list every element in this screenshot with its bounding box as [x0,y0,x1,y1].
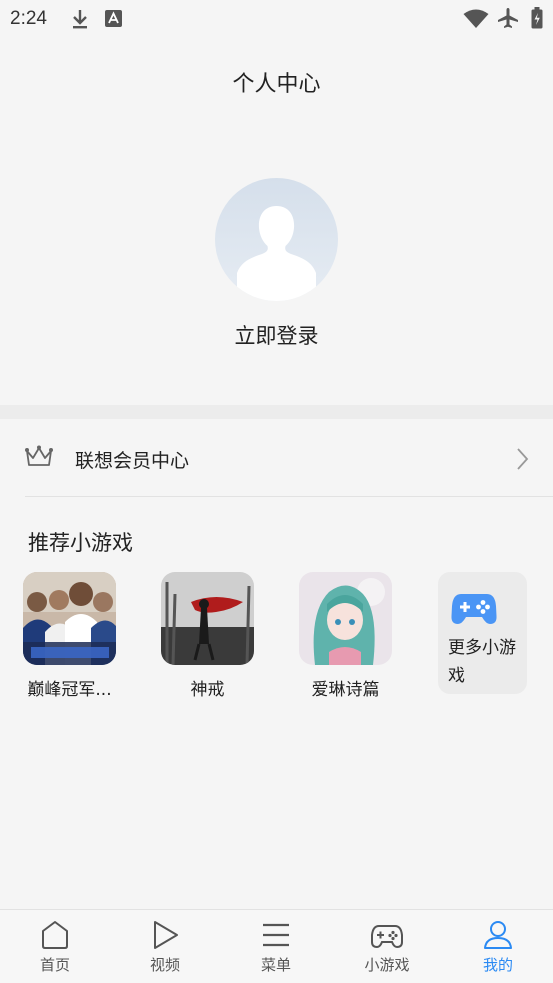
chevron-right-icon [517,448,529,470]
game-item[interactable]: 爱琳诗篇 [299,572,409,700]
status-bar: 2:24 [0,0,553,38]
game-thumbnail[interactable] [23,572,116,665]
game-item[interactable]: 巅峰冠军... [23,572,133,700]
airplane-icon [498,8,518,28]
nav-label: 视频 [149,956,180,974]
game-item[interactable]: 神戒 [161,572,271,700]
nav-item-menu[interactable]: 菜单 [221,910,331,983]
nav-label: 我的 [482,956,513,974]
home-icon [42,921,68,949]
menu-icon [263,923,289,947]
bottom-nav: 首页 视频 菜单 小游戏 我的 [0,909,553,983]
status-time: 2:24 [10,8,47,29]
nav-item-home[interactable]: 首页 [0,910,110,983]
more-games-card[interactable]: 更多小游戏 [438,572,527,694]
recommended-games-title: 推荐小游戏 [28,531,133,555]
nav-item-video[interactable]: 视频 [110,910,220,983]
game-name: 巅峰冠军... [27,680,112,700]
gamepad-icon [451,594,497,624]
nav-item-mine[interactable]: 我的 [443,910,553,983]
game-thumbnail[interactable] [161,572,254,665]
member-center-row[interactable]: 联想会员中心 [0,419,553,497]
section-divider [0,405,553,419]
game-name: 爱琳诗篇 [311,680,380,700]
login-link[interactable]: 立即登录 [0,320,553,350]
more-games-label: 更多小游戏 [448,638,516,686]
wifi-icon [463,9,489,28]
download-icon [73,10,87,29]
crown-icon [25,445,53,466]
user-icon [484,921,512,949]
gamepad-icon [371,925,403,949]
game-thumbnail[interactable] [299,572,392,665]
default-avatar-icon [237,206,316,301]
battery-icon [531,7,543,29]
play-icon [154,921,178,949]
avatar[interactable] [215,178,338,301]
page-title: 个人中心 [232,72,321,97]
nav-label: 小游戏 [364,956,410,974]
member-center-label: 联想会员中心 [75,450,190,472]
nav-label: 首页 [39,956,70,974]
game-name: 神戒 [190,680,225,700]
separator [25,496,553,497]
nav-label: 菜单 [260,956,291,974]
app-badge-icon [105,10,122,27]
nav-item-minigames[interactable]: 小游戏 [332,910,442,983]
